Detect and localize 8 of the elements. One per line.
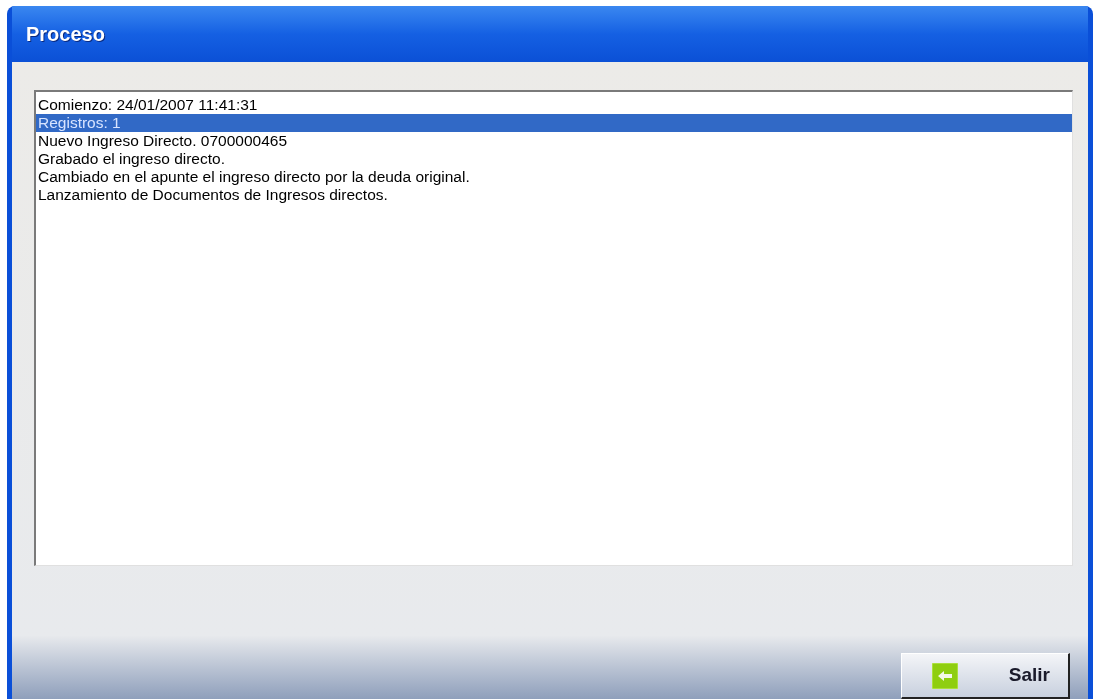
log-line[interactable]: Nuevo Ingreso Directo. 0700000465 (36, 132, 1072, 150)
log-line[interactable]: Comienzo: 24/01/2007 11:41:31 (36, 96, 1072, 114)
window-title: Proceso (26, 22, 105, 47)
exit-button[interactable]: Salir (901, 653, 1070, 699)
back-arrow-icon (932, 662, 958, 689)
log-line[interactable]: Grabado el ingreso directo. (36, 150, 1072, 168)
log-line[interactable]: Cambiado en el apunte el ingreso directo por la deuda original. (36, 168, 1072, 186)
log-line[interactable]: Lanzamiento de Documentos de Ingresos directos. (36, 186, 1072, 204)
